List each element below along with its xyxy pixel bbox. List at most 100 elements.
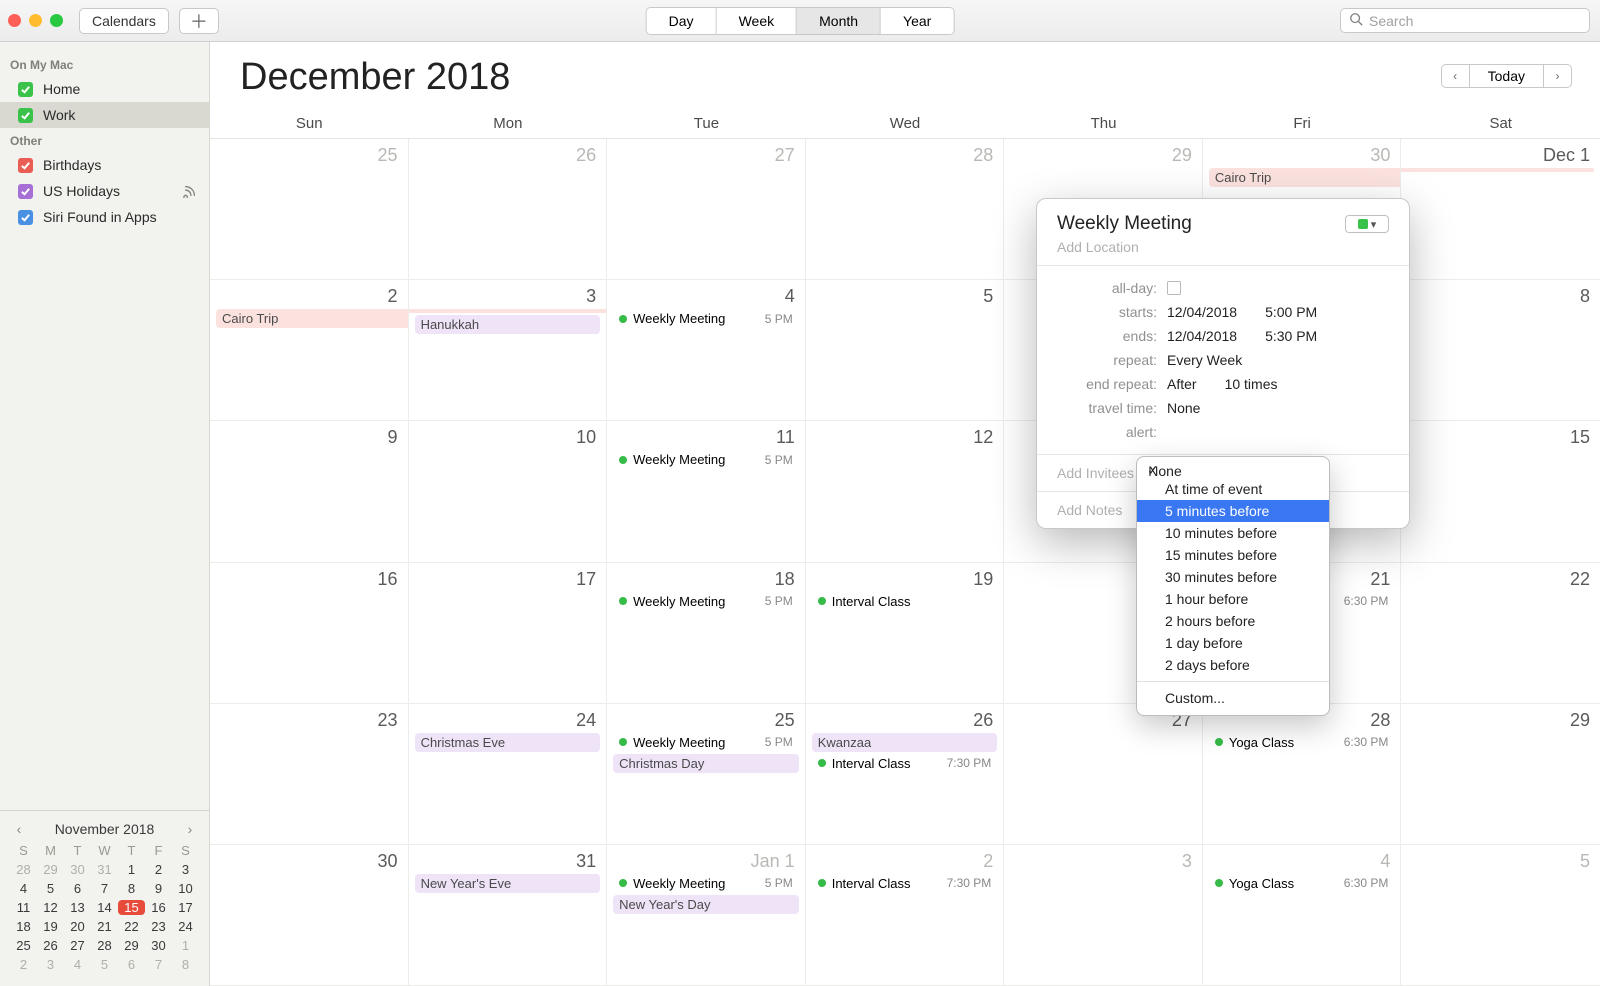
end-repeat-count[interactable]: 10 times bbox=[1225, 376, 1278, 392]
mini-day-cell[interactable]: 3 bbox=[172, 862, 199, 877]
calendars-toggle-button[interactable]: Calendars bbox=[79, 8, 169, 34]
mini-day-cell[interactable]: 28 bbox=[10, 862, 37, 877]
event-pill[interactable]: Hanukkah bbox=[415, 315, 601, 334]
alert-dropdown-menu[interactable]: NoneAt time of event5 minutes before10 m… bbox=[1136, 456, 1330, 716]
mini-day-cell[interactable]: 6 bbox=[118, 957, 145, 972]
day-cell[interactable]: 8 bbox=[1401, 280, 1600, 421]
alert-menu-item[interactable]: 1 hour before bbox=[1137, 588, 1329, 610]
calendar-visibility-checkbox[interactable] bbox=[18, 210, 33, 225]
mini-day-cell[interactable]: 16 bbox=[145, 900, 172, 915]
event-pill[interactable]: New Year's Day bbox=[613, 895, 799, 914]
end-repeat-mode[interactable]: After bbox=[1167, 376, 1197, 392]
calendar-visibility-checkbox[interactable] bbox=[18, 158, 33, 173]
day-cell[interactable]: 16 bbox=[210, 563, 409, 704]
mini-day-cell[interactable]: 23 bbox=[145, 919, 172, 934]
day-cell[interactable]: 4Yoga Class6:30 PM bbox=[1203, 845, 1402, 986]
day-cell[interactable]: 28 bbox=[806, 139, 1005, 280]
all-day-checkbox[interactable] bbox=[1167, 281, 1181, 295]
calendar-list-item[interactable]: Work bbox=[0, 102, 209, 128]
today-button[interactable]: Today bbox=[1469, 64, 1544, 88]
day-cell[interactable]: 17 bbox=[409, 563, 608, 704]
event-pill[interactable]: Kwanzaa bbox=[812, 733, 998, 752]
close-window-button[interactable] bbox=[8, 14, 21, 27]
prev-month-button[interactable]: ‹ bbox=[1441, 64, 1469, 88]
mini-day-cell[interactable]: 30 bbox=[64, 862, 91, 877]
mini-day-cell[interactable]: 3 bbox=[37, 957, 64, 972]
day-cell[interactable]: 19Interval Class bbox=[806, 563, 1005, 704]
mini-day-cell[interactable]: 18 bbox=[10, 919, 37, 934]
alert-menu-item[interactable]: 30 minutes before bbox=[1137, 566, 1329, 588]
mini-day-cell[interactable]: 8 bbox=[172, 957, 199, 972]
mini-day-cell[interactable]: 19 bbox=[37, 919, 64, 934]
mini-day-cell[interactable]: 27 bbox=[64, 938, 91, 953]
alert-menu-item[interactable]: 10 minutes before bbox=[1137, 522, 1329, 544]
event-pill[interactable]: Weekly Meeting5 PM bbox=[613, 733, 799, 752]
calendar-list-item[interactable]: Birthdays bbox=[0, 152, 209, 178]
mini-day-cell[interactable]: 17 bbox=[172, 900, 199, 915]
view-tab-year[interactable]: Year bbox=[881, 8, 953, 34]
day-cell[interactable]: 4Weekly Meeting5 PM bbox=[607, 280, 806, 421]
day-cell[interactable]: 11Weekly Meeting5 PM bbox=[607, 421, 806, 562]
day-cell[interactable]: 24Christmas Eve bbox=[409, 704, 608, 845]
view-tab-month[interactable]: Month bbox=[797, 8, 881, 34]
mini-day-cell[interactable]: 22 bbox=[118, 919, 145, 934]
day-cell[interactable]: Dec 1 bbox=[1401, 139, 1600, 280]
day-cell[interactable]: 9 bbox=[210, 421, 409, 562]
view-tab-day[interactable]: Day bbox=[647, 8, 717, 34]
day-cell[interactable]: 10 bbox=[409, 421, 608, 562]
mini-day-cell[interactable]: 30 bbox=[145, 938, 172, 953]
day-cell[interactable]: 26KwanzaaInterval Class7:30 PM bbox=[806, 704, 1005, 845]
mini-day-cell[interactable]: 24 bbox=[172, 919, 199, 934]
day-cell[interactable]: 3Hanukkah bbox=[409, 280, 608, 421]
event-pill[interactable]: Yoga Class6:30 PM bbox=[1209, 874, 1395, 893]
event-pill[interactable]: Weekly Meeting5 PM bbox=[613, 592, 799, 611]
day-cell[interactable]: 30 bbox=[210, 845, 409, 986]
mini-day-cell[interactable]: 5 bbox=[91, 957, 118, 972]
day-cell[interactable]: 26 bbox=[409, 139, 608, 280]
mini-day-cell[interactable]: 29 bbox=[37, 862, 64, 877]
day-cell[interactable]: 5 bbox=[806, 280, 1005, 421]
repeat-value[interactable]: Every Week bbox=[1167, 352, 1242, 368]
mini-day-cell[interactable]: 21 bbox=[91, 919, 118, 934]
day-cell[interactable]: 22 bbox=[1401, 563, 1600, 704]
alert-menu-item[interactable]: 15 minutes before bbox=[1137, 544, 1329, 566]
mini-day-cell[interactable]: 29 bbox=[118, 938, 145, 953]
zoom-window-button[interactable] bbox=[50, 14, 63, 27]
mini-day-cell[interactable]: 4 bbox=[64, 957, 91, 972]
next-month-button[interactable]: › bbox=[1544, 64, 1572, 88]
event-pill[interactable] bbox=[1401, 168, 1594, 172]
mini-prev-month-button[interactable]: ‹ bbox=[12, 821, 26, 837]
alert-menu-item[interactable]: 1 day before bbox=[1137, 632, 1329, 654]
event-pill[interactable]: New Year's Eve bbox=[415, 874, 601, 893]
end-date-field[interactable]: 12/04/2018 bbox=[1167, 328, 1237, 344]
mini-day-cell[interactable]: 15 bbox=[118, 900, 145, 915]
mini-day-cell[interactable]: 1 bbox=[118, 862, 145, 877]
event-pill[interactable]: Weekly Meeting5 PM bbox=[613, 874, 799, 893]
mini-day-cell[interactable]: 11 bbox=[10, 900, 37, 915]
start-time-field[interactable]: 5:00 PM bbox=[1265, 304, 1317, 320]
view-tab-week[interactable]: Week bbox=[717, 8, 798, 34]
event-pill[interactable]: Interval Class7:30 PM bbox=[812, 754, 998, 773]
day-cell[interactable]: Jan 1Weekly Meeting5 PMNew Year's Day bbox=[607, 845, 806, 986]
mini-next-month-button[interactable]: › bbox=[183, 821, 197, 837]
event-pill[interactable]: Interval Class7:30 PM bbox=[812, 874, 998, 893]
calendar-list-item[interactable]: Siri Found in Apps bbox=[0, 204, 209, 230]
mini-day-cell[interactable]: 1 bbox=[172, 938, 199, 953]
mini-day-cell[interactable]: 13 bbox=[64, 900, 91, 915]
minimize-window-button[interactable] bbox=[29, 14, 42, 27]
new-event-button[interactable]: ＋ bbox=[179, 8, 219, 34]
day-cell[interactable]: 15 bbox=[1401, 421, 1600, 562]
alert-menu-item[interactable]: 2 hours before bbox=[1137, 610, 1329, 632]
day-cell[interactable]: 5 bbox=[1401, 845, 1600, 986]
mini-day-cell[interactable]: 26 bbox=[37, 938, 64, 953]
day-cell[interactable]: 25 bbox=[210, 139, 409, 280]
mini-day-cell[interactable]: 8 bbox=[118, 881, 145, 896]
day-cell[interactable]: 27 bbox=[607, 139, 806, 280]
event-pill[interactable]: Cairo Trip bbox=[216, 309, 409, 328]
mini-day-cell[interactable]: 6 bbox=[64, 881, 91, 896]
day-cell[interactable]: 25Weekly Meeting5 PMChristmas Day bbox=[607, 704, 806, 845]
calendar-visibility-checkbox[interactable] bbox=[18, 82, 33, 97]
day-cell[interactable]: 29 bbox=[1401, 704, 1600, 845]
alert-menu-custom[interactable]: Custom... bbox=[1137, 687, 1329, 709]
mini-day-cell[interactable]: 25 bbox=[10, 938, 37, 953]
